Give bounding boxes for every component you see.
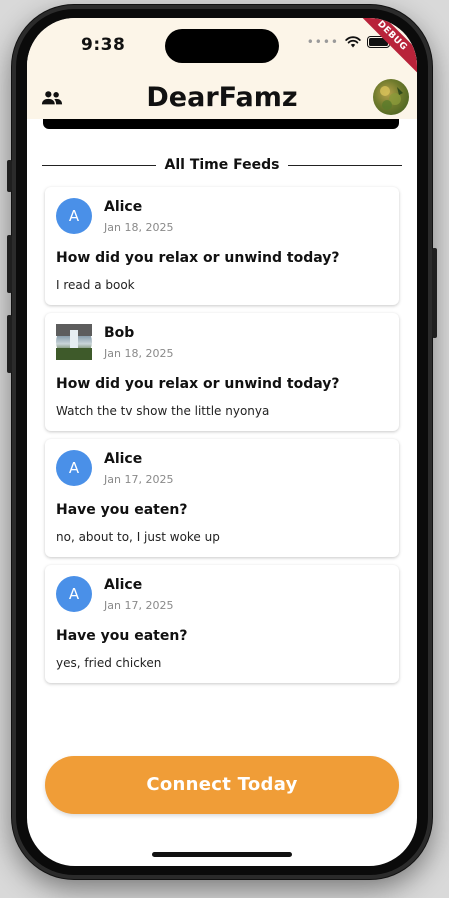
divider-line-right <box>288 164 403 166</box>
dynamic-island <box>165 29 279 63</box>
section-divider: All Time Feeds <box>42 155 403 175</box>
divider-line-left <box>42 164 156 166</box>
feed-answer: I read a book <box>56 278 135 292</box>
feed-card[interactable]: A Alice Jan 17, 2025 Have you eaten? no,… <box>45 439 399 557</box>
carousel-edge <box>43 119 399 129</box>
signal-icon: •••• <box>306 35 339 49</box>
connect-today-button[interactable]: Connect Today <box>45 756 399 814</box>
feed-answer: yes, fried chicken <box>56 656 162 670</box>
feed-card[interactable]: A Alice Jan 17, 2025 Have you eaten? yes… <box>45 565 399 683</box>
feed-answer: Watch the tv show the little nyonya <box>56 404 270 418</box>
waterfall-photo-icon <box>56 324 92 360</box>
user-avatar: A <box>56 576 92 612</box>
user-avatar: A <box>56 450 92 486</box>
app-screen: 9:38 •••• DEBUG DearFamz All Time Feeds … <box>27 18 417 866</box>
profile-avatar[interactable] <box>373 79 409 115</box>
post-date: Jan 18, 2025 <box>104 347 174 360</box>
debug-banner: DEBUG <box>347 18 417 81</box>
feed-question: How did you relax or unwind today? <box>56 376 340 392</box>
feed-question: How did you relax or unwind today? <box>56 250 340 266</box>
post-date: Jan 17, 2025 <box>104 599 174 612</box>
user-name: Alice <box>104 577 143 593</box>
profile-photo-icon <box>380 86 403 110</box>
user-avatar-photo <box>56 324 92 360</box>
user-name: Bob <box>104 325 135 341</box>
app-title: DearFamz <box>146 82 298 113</box>
feed-question: Have you eaten? <box>56 628 188 644</box>
user-name: Alice <box>104 451 143 467</box>
power-button <box>432 248 437 338</box>
app-header: 9:38 •••• DEBUG DearFamz <box>27 18 417 119</box>
section-title: All Time Feeds <box>164 157 280 173</box>
feed-question: Have you eaten? <box>56 502 188 518</box>
status-time: 9:38 <box>81 35 126 55</box>
wifi-icon <box>345 36 361 48</box>
home-indicator[interactable] <box>152 852 292 857</box>
feed-card[interactable]: Bob Jan 18, 2025 How did you relax or un… <box>45 313 399 431</box>
status-icons: •••• <box>307 35 393 49</box>
feed-card[interactable]: A Alice Jan 18, 2025 How did you relax o… <box>45 187 399 305</box>
user-name: Alice <box>104 199 143 215</box>
volume-down-button <box>7 315 12 373</box>
post-date: Jan 17, 2025 <box>104 473 174 486</box>
feed-answer: no, about to, I just woke up <box>56 530 220 544</box>
user-avatar: A <box>56 198 92 234</box>
mute-switch <box>7 160 12 192</box>
volume-up-button <box>7 235 12 293</box>
post-date: Jan 18, 2025 <box>104 221 174 234</box>
